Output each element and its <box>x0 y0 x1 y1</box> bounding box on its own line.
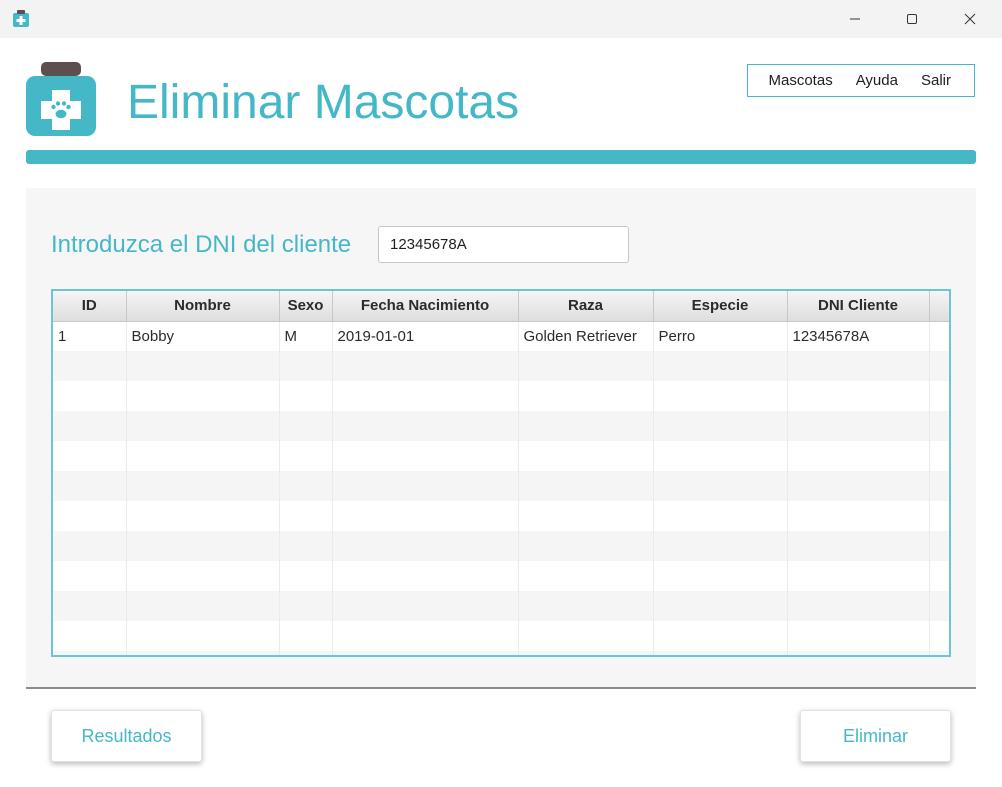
table-header-row: ID Nombre Sexo Fecha Nacimiento Raza Esp… <box>53 291 949 322</box>
table-cell: Perro <box>653 321 788 351</box>
clinic-logo-icon <box>13 10 29 27</box>
window-titlebar <box>0 0 1002 38</box>
column-header-id[interactable]: ID <box>53 291 127 322</box>
close-button[interactable] <box>941 0 999 38</box>
menu-item-mascotas[interactable]: Mascotas <box>757 72 844 89</box>
menu-item-salir[interactable]: Salir <box>909 72 962 89</box>
pet-clinic-logo-icon <box>26 62 96 136</box>
empty-table-row <box>53 531 949 561</box>
empty-table-row <box>53 621 949 651</box>
table-row[interactable]: 1 Bobby M 2019-01-01 Golden Retriever Pe… <box>53 321 949 351</box>
empty-table-row <box>53 381 949 411</box>
empty-table-row <box>53 651 949 655</box>
results-button[interactable]: Resultados <box>51 710 202 762</box>
minimize-icon <box>850 18 860 20</box>
table-cell: M <box>279 321 333 351</box>
maximize-icon <box>907 14 917 24</box>
maximize-button[interactable] <box>883 0 941 38</box>
empty-table-row <box>53 561 949 591</box>
menu-item-ayuda[interactable]: Ayuda <box>844 72 909 89</box>
table-cell-filler <box>929 321 949 351</box>
column-header-nombre[interactable]: Nombre <box>126 291 280 322</box>
dni-label: Introduzca el DNI del cliente <box>51 231 352 258</box>
table-cell: 1 <box>53 321 127 351</box>
main-panel: Introduzca el DNI del cliente ID Nombre … <box>26 188 976 689</box>
column-header-fecha-nacimiento[interactable]: Fecha Nacimiento <box>332 291 519 322</box>
page-title: Eliminar Mascotas <box>127 76 520 129</box>
dni-input[interactable] <box>378 226 629 263</box>
column-header-especie[interactable]: Especie <box>653 291 788 322</box>
empty-table-row <box>53 501 949 531</box>
pets-table: ID Nombre Sexo Fecha Nacimiento Raza Esp… <box>51 289 951 657</box>
empty-table-row <box>53 411 949 441</box>
close-icon <box>964 13 976 25</box>
column-header-filler <box>929 291 949 322</box>
table-cell: 2019-01-01 <box>332 321 519 351</box>
table-cell: Bobby <box>126 321 280 351</box>
minimize-button[interactable] <box>826 0 884 38</box>
empty-table-row <box>53 471 949 501</box>
empty-table-row <box>53 441 949 471</box>
empty-table-row <box>53 351 949 381</box>
header-divider <box>26 150 976 164</box>
column-header-dni-cliente[interactable]: DNI Cliente <box>787 291 930 322</box>
column-header-sexo[interactable]: Sexo <box>279 291 333 322</box>
table-cell: 12345678A <box>787 321 930 351</box>
delete-button[interactable]: Eliminar <box>800 710 951 762</box>
column-header-raza[interactable]: Raza <box>518 291 654 322</box>
table-cell: Golden Retriever <box>518 321 654 351</box>
empty-table-row <box>53 591 949 621</box>
menu-bar: Mascotas Ayuda Salir <box>747 64 975 97</box>
